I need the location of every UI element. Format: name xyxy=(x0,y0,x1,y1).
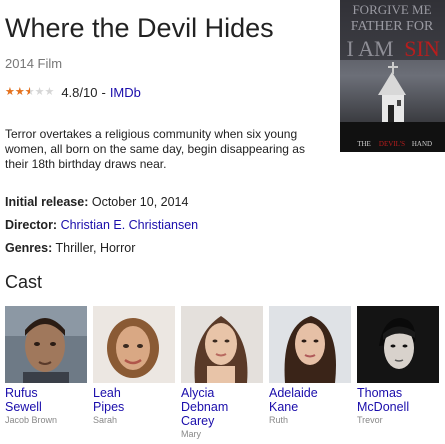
svg-text:SIN: SIN xyxy=(404,36,440,61)
cast-card[interactable]: Alycia Debnam Carey Mary xyxy=(181,306,263,439)
cast-name[interactable]: Alycia Debnam Carey xyxy=(181,386,261,428)
cast-photo-rufus-sewell xyxy=(5,306,87,383)
cast-card[interactable]: Thomas McDonell Trevor xyxy=(357,306,439,425)
cast-photo-adelaide-kane xyxy=(269,306,351,383)
initial-release-row: Initial release: October 10, 2014 xyxy=(5,195,188,209)
initial-release-label: Initial release: xyxy=(5,195,89,209)
svg-text:FATHER FOR: FATHER FOR xyxy=(351,19,434,34)
rating-score: 4.8/10 xyxy=(61,85,98,100)
genres-label: Genres: xyxy=(5,241,53,255)
page-title: Where the Devil Hides xyxy=(5,13,274,43)
poster-image: FORGIVE ME FATHER FOR I AM SIN THE DEVIL… xyxy=(340,0,445,152)
genres-value: Thriller, Horror xyxy=(55,241,136,255)
svg-text:DEVIL'S: DEVIL'S xyxy=(379,140,405,148)
cast-card[interactable]: Rufus Sewell Jacob Brown xyxy=(5,306,87,425)
cast-role: Mary xyxy=(181,429,201,439)
star-icons-filled: ★★★★★ xyxy=(5,87,30,98)
genres-row: Genres: Thriller, Horror xyxy=(5,241,135,255)
cast-photo-alycia-debnam-carey xyxy=(181,306,263,383)
rating-row: ★★★★★ ★★★★★ 4.8/10 - IMDb xyxy=(5,85,141,100)
cast-name[interactable]: Rufus Sewell xyxy=(5,386,85,414)
cast-heading: Cast xyxy=(5,272,43,292)
rating-separator: - xyxy=(101,85,106,100)
movie-description: Terror overtakes a religious community w… xyxy=(5,127,305,171)
cast-role: Trevor xyxy=(357,415,383,425)
director-link[interactable]: Christian E. Christiansen xyxy=(61,218,199,232)
director-label: Director: xyxy=(5,218,58,232)
cast-name[interactable]: Leah Pipes xyxy=(93,386,173,414)
svg-text:FORGIVE ME: FORGIVE ME xyxy=(352,2,431,17)
cast-card[interactable]: Adelaide Kane Ruth xyxy=(269,306,351,425)
cast-card[interactable]: Leah Pipes Sarah xyxy=(93,306,175,425)
cast-photo-leah-pipes xyxy=(93,306,175,383)
cast-role: Ruth xyxy=(269,415,289,425)
imdb-link[interactable]: IMDb xyxy=(110,85,141,100)
cast-name[interactable]: Thomas McDonell xyxy=(357,386,437,414)
cast-photo-thomas-mcdonell xyxy=(357,306,439,383)
initial-release-value: October 10, 2014 xyxy=(91,195,189,209)
director-row: Director: Christian E. Christiansen xyxy=(5,218,198,232)
cast-role: Jacob Brown xyxy=(5,415,58,425)
svg-text:HAND: HAND xyxy=(412,140,432,148)
cast-name[interactable]: Adelaide Kane xyxy=(269,386,349,414)
star-rating: ★★★★★ ★★★★★ xyxy=(5,87,54,98)
cast-role: Sarah xyxy=(93,415,118,425)
svg-text:THE: THE xyxy=(357,140,371,148)
subtitle: 2014 Film xyxy=(5,56,63,71)
svg-text:I AM: I AM xyxy=(346,36,393,61)
movie-poster[interactable]: FORGIVE ME FATHER FOR I AM SIN THE DEVIL… xyxy=(340,0,445,152)
